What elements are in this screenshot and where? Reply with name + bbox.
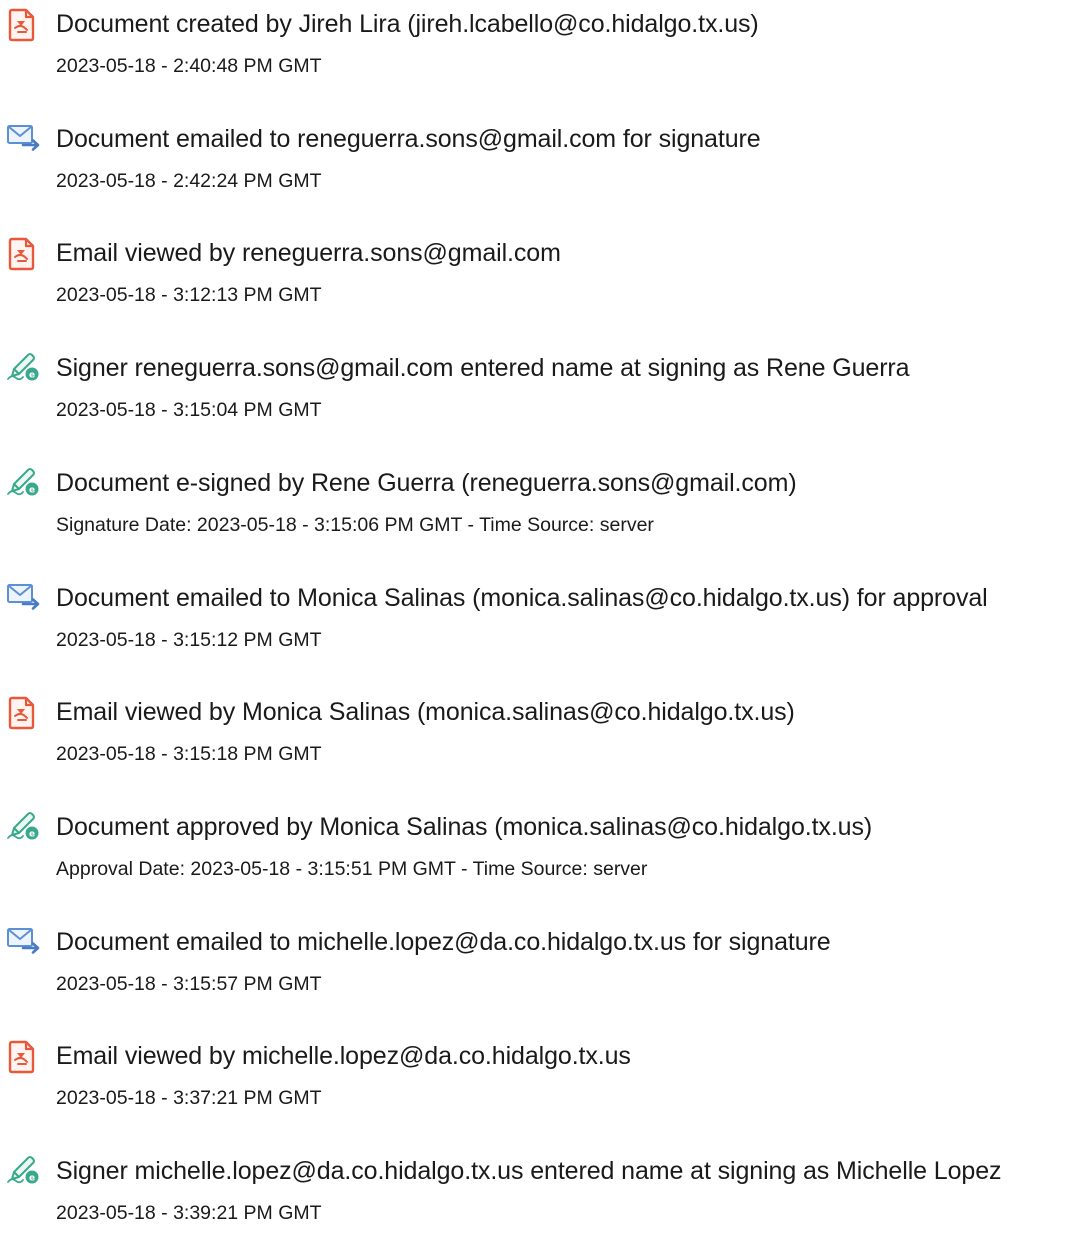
- svg-text:e: e: [29, 1174, 35, 1184]
- event-date: 2023-05-18 - 2:42:24 PM GMT: [56, 170, 322, 192]
- audit-event: Email viewed by reneguerra.sons@gmail.co…: [0, 229, 1073, 329]
- event-date: 2023-05-18 - 3:39:21 PM GMT: [56, 1202, 322, 1224]
- document-icon: [6, 237, 42, 271]
- event-title: Document created by Jireh Lira (jireh.lc…: [56, 10, 759, 38]
- audit-event: e Signer reneguerra.sons@gmail.com enter…: [0, 344, 1073, 444]
- event-title: Signer reneguerra.sons@gmail.com entered…: [56, 354, 910, 382]
- document-icon: [6, 1040, 42, 1074]
- event-title: Document emailed to Monica Salinas (moni…: [56, 584, 988, 612]
- email-send-icon: [6, 123, 42, 157]
- event-title: Signer michelle.lopez@da.co.hidalgo.tx.u…: [56, 1157, 1002, 1185]
- svg-text:e: e: [29, 371, 35, 381]
- document-icon: [6, 696, 42, 730]
- event-title: Document e-signed by Rene Guerra (renegu…: [56, 469, 797, 497]
- svg-text:e: e: [29, 830, 35, 840]
- audit-event: e Document approved by Monica Salinas (m…: [0, 803, 1073, 903]
- esign-pen-icon: e: [6, 811, 42, 845]
- event-date: 2023-05-18 - 3:12:13 PM GMT: [56, 284, 322, 306]
- audit-event: Document emailed to reneguerra.sons@gmai…: [0, 115, 1073, 215]
- email-send-icon: [6, 926, 42, 960]
- event-title: Document approved by Monica Salinas (mon…: [56, 813, 873, 841]
- event-date: 2023-05-18 - 3:15:12 PM GMT: [56, 629, 322, 651]
- email-send-icon: [6, 582, 42, 616]
- event-date: Signature Date: 2023-05-18 - 3:15:06 PM …: [56, 514, 654, 536]
- audit-event: Email viewed by michelle.lopez@da.co.hid…: [0, 1032, 1073, 1132]
- esign-pen-icon: e: [6, 1155, 42, 1189]
- audit-event: Document created by Jireh Lira (jireh.lc…: [0, 0, 1073, 100]
- event-date: 2023-05-18 - 2:40:48 PM GMT: [56, 55, 322, 77]
- audit-event: Document emailed to Monica Salinas (moni…: [0, 574, 1073, 674]
- event-date: 2023-05-18 - 3:37:21 PM GMT: [56, 1087, 322, 1109]
- event-title: Document emailed to reneguerra.sons@gmai…: [56, 125, 761, 153]
- event-date: 2023-05-18 - 3:15:04 PM GMT: [56, 399, 322, 421]
- audit-event: e Document e-signed by Rene Guerra (rene…: [0, 459, 1073, 559]
- event-date: 2023-05-18 - 3:15:18 PM GMT: [56, 743, 322, 765]
- event-date: Approval Date: 2023-05-18 - 3:15:51 PM G…: [56, 858, 648, 880]
- event-title: Document emailed to michelle.lopez@da.co…: [56, 928, 831, 956]
- event-title: Email viewed by michelle.lopez@da.co.hid…: [56, 1042, 631, 1070]
- esign-pen-icon: e: [6, 467, 42, 501]
- event-date: 2023-05-18 - 3:15:57 PM GMT: [56, 973, 322, 995]
- audit-event: Document emailed to michelle.lopez@da.co…: [0, 918, 1073, 1018]
- document-icon: [6, 8, 42, 42]
- event-title: Email viewed by Monica Salinas (monica.s…: [56, 698, 795, 726]
- event-title: Email viewed by reneguerra.sons@gmail.co…: [56, 239, 561, 267]
- svg-text:e: e: [29, 486, 35, 496]
- audit-event: e Signer michelle.lopez@da.co.hidalgo.tx…: [0, 1147, 1073, 1247]
- esign-pen-icon: e: [6, 352, 42, 386]
- audit-event: Email viewed by Monica Salinas (monica.s…: [0, 688, 1073, 788]
